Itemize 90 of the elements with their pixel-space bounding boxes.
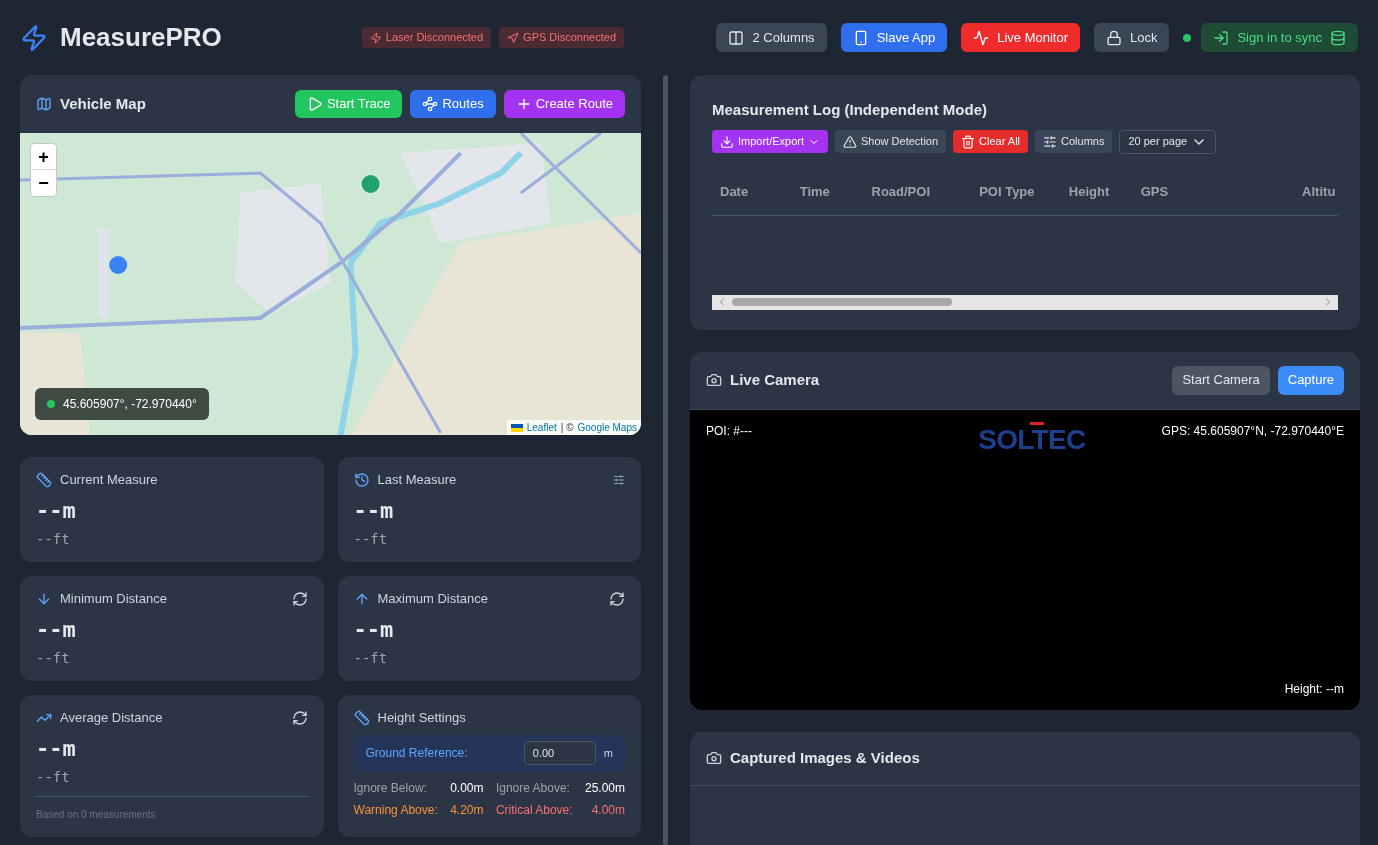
refresh-icon[interactable] xyxy=(291,591,308,607)
column-header: Height xyxy=(1068,183,1111,202)
leaflet-link[interactable]: Leaflet xyxy=(526,420,557,435)
threshold-value: 4.00m xyxy=(590,802,625,819)
ruler-icon xyxy=(36,472,52,488)
scrollbar[interactable] xyxy=(663,75,668,845)
camera-icon xyxy=(706,750,722,766)
height-label: Height: --m xyxy=(1284,680,1344,698)
header-button[interactable]: Slave App xyxy=(840,23,948,52)
ground-reference-field[interactable]: 0.00 xyxy=(523,741,596,765)
camera-button[interactable]: Capture xyxy=(1277,365,1344,395)
panel-title: Live Camera xyxy=(730,369,820,390)
measure-value: --m xyxy=(36,497,76,525)
panel-title: Vehicle Map xyxy=(60,93,146,114)
measure-feet: --ft xyxy=(353,649,388,668)
brand-logo: SOLTEC xyxy=(978,421,1086,456)
map-button[interactable]: Create Route xyxy=(503,90,625,118)
card-title: Current Measure xyxy=(60,471,158,490)
threshold-value: 0.00m xyxy=(450,780,484,797)
attribution-separator: | © xyxy=(560,421,574,435)
measure-value: --m xyxy=(353,616,394,644)
toolbar-button[interactable]: Show Detection xyxy=(835,130,947,153)
map-icon xyxy=(36,96,52,112)
warning-icon xyxy=(843,134,858,149)
threshold-label: Ignore Below: xyxy=(353,780,428,797)
gps-label: GPS: 45.605907°N, -72.970440°E xyxy=(1161,422,1344,440)
header-button[interactable]: Live Monitor xyxy=(961,23,1080,52)
poi-label: POI: #--- xyxy=(706,422,752,440)
threshold-label: Critical Above: xyxy=(495,802,573,819)
panel-title: Captured Images & Videos xyxy=(730,747,920,768)
column-header: POI Type xyxy=(979,183,1036,202)
columns-icon xyxy=(728,29,745,46)
ground-reference-label: Ground Reference: xyxy=(365,745,468,762)
zoom-button[interactable]: − xyxy=(31,170,56,196)
route-icon xyxy=(422,96,439,112)
card-title: Minimum Distance xyxy=(60,590,167,609)
column-header: Road/POI xyxy=(871,183,931,202)
sign-in-icon xyxy=(1213,29,1230,46)
column-header: GPS xyxy=(1140,183,1170,202)
map-button[interactable]: Routes xyxy=(410,90,496,118)
unit-label: m xyxy=(603,745,613,761)
status-badge: GPS Disconnected xyxy=(499,27,624,48)
navigation-icon xyxy=(507,31,520,44)
map-source-link[interactable]: Google Maps xyxy=(577,420,637,435)
toolbar-button[interactable]: Clear All xyxy=(953,130,1029,153)
refresh-icon[interactable] xyxy=(609,591,625,607)
measure-feet: --ft xyxy=(36,768,70,787)
column-header: Date xyxy=(719,183,750,202)
database-icon xyxy=(1330,29,1346,46)
measure-feet: --ft xyxy=(36,530,70,549)
status-badge: Laser Disconnected xyxy=(361,27,492,48)
download-icon xyxy=(720,134,734,149)
card-title: Last Measure xyxy=(377,471,457,490)
camera-button[interactable]: Start Camera xyxy=(1172,365,1270,395)
card-title: Height Settings xyxy=(377,709,466,728)
threshold-value: 25.00m xyxy=(584,780,625,797)
card-title: Average Distance xyxy=(60,709,163,728)
toolbar-button[interactable]: Columns xyxy=(1035,130,1113,153)
threshold-label: Ignore Above: xyxy=(495,780,571,797)
trash-icon xyxy=(961,134,976,149)
header-button[interactable]: Sign in to sync xyxy=(1201,23,1358,52)
refresh-icon[interactable] xyxy=(291,710,308,726)
lightning-icon xyxy=(20,23,48,52)
panel-title: Measurement Log (Independent Mode) xyxy=(712,100,988,120)
threshold-value: 4.20m xyxy=(450,802,484,819)
sliders-icon xyxy=(1043,134,1058,149)
measure-value: --m xyxy=(353,497,394,525)
measure-feet: --ft xyxy=(353,530,388,549)
pulse-icon xyxy=(973,29,990,46)
zoom-button[interactable]: + xyxy=(31,144,56,170)
card-title: Maximum Distance xyxy=(377,590,489,609)
measure-value: --m xyxy=(36,735,76,763)
app-title: MeasurePRO xyxy=(60,21,222,54)
camera-icon xyxy=(706,372,722,388)
ruler-icon xyxy=(353,710,370,726)
measure-feet: --ft xyxy=(36,649,70,668)
threshold-label: Warning Above: xyxy=(353,802,438,819)
header-button[interactable]: Lock xyxy=(1094,23,1170,52)
measure-value: --m xyxy=(36,616,76,644)
header-button[interactable]: 2 Columns xyxy=(716,23,827,52)
column-header: Time xyxy=(799,183,831,202)
ukraine-flag-icon xyxy=(510,423,523,432)
lock-icon xyxy=(1106,29,1122,46)
column-header: Altitu xyxy=(1302,183,1337,202)
lightning-icon xyxy=(369,31,382,44)
per-page-select[interactable]: 20 per page xyxy=(1119,129,1217,154)
sliders-icon[interactable] xyxy=(613,474,625,486)
toolbar-button[interactable]: Import/Export xyxy=(712,130,829,153)
coordinates-text: 45.605907°, -72.970440° xyxy=(63,396,197,413)
history-icon xyxy=(353,472,370,488)
